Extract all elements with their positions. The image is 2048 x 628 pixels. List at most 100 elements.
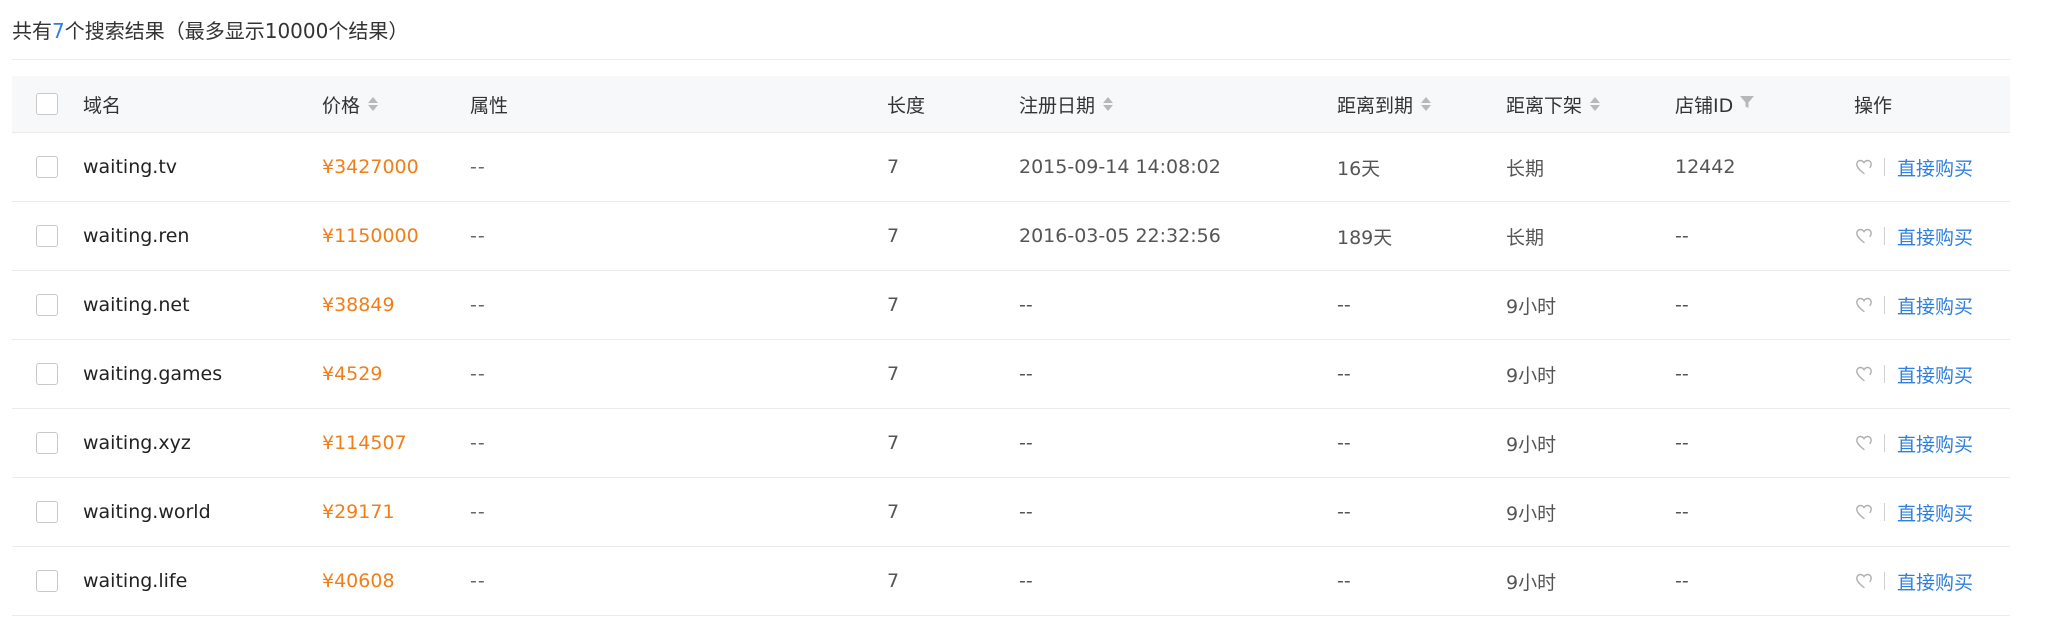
expire-value: -- bbox=[1337, 570, 1351, 592]
row-checkbox[interactable] bbox=[36, 294, 58, 316]
shop-id-cell: 12442 bbox=[1675, 133, 1735, 201]
expire-sort-icon[interactable] bbox=[1421, 97, 1432, 111]
row-checkbox[interactable] bbox=[36, 570, 58, 592]
attr-value: -- bbox=[470, 432, 486, 454]
domain-name[interactable]: waiting.net bbox=[83, 294, 190, 316]
header-shop-id[interactable]: 店铺ID bbox=[1675, 76, 1755, 132]
reg-date-value: 2016-03-05 22:32:56 bbox=[1019, 225, 1221, 247]
favorite-heart-icon[interactable] bbox=[1854, 571, 1874, 591]
table-row: waiting.tv ¥3427000 -- 7 2015-09-14 14:0… bbox=[12, 133, 2010, 202]
price-value: ¥1150000 bbox=[322, 225, 419, 247]
offshelf-value: 9小时 bbox=[1506, 571, 1557, 594]
domain-cell: waiting.games bbox=[83, 340, 222, 408]
header-price[interactable]: 价格 bbox=[322, 76, 379, 132]
header-offshelf-label: 距离下架 bbox=[1506, 94, 1583, 117]
offshelf-value: 长期 bbox=[1506, 226, 1545, 249]
header-length-label: 长度 bbox=[887, 94, 926, 117]
header-reg-date[interactable]: 注册日期 bbox=[1019, 76, 1114, 132]
action-cell: 直接购买 bbox=[1854, 409, 1973, 477]
buy-now-link[interactable]: 直接购买 bbox=[1897, 430, 1973, 457]
row-checkbox[interactable] bbox=[36, 501, 58, 523]
header-checkbox-cell bbox=[36, 76, 58, 132]
domain-cell: waiting.net bbox=[83, 271, 190, 339]
buy-now-link[interactable]: 直接购买 bbox=[1897, 223, 1973, 250]
attr-cell: -- bbox=[470, 478, 486, 546]
row-checkbox[interactable] bbox=[36, 432, 58, 454]
domain-cell: waiting.life bbox=[83, 547, 187, 615]
header-reg-date-label: 注册日期 bbox=[1019, 94, 1096, 117]
domain-name[interactable]: waiting.ren bbox=[83, 225, 189, 247]
favorite-heart-icon[interactable] bbox=[1854, 157, 1874, 177]
header-offshelf[interactable]: 距离下架 bbox=[1506, 76, 1601, 132]
table-row: waiting.world ¥29171 -- 7 -- -- 9小时 -- 直… bbox=[12, 478, 2010, 547]
price-cell: ¥4529 bbox=[322, 340, 382, 408]
row-checkbox[interactable] bbox=[36, 363, 58, 385]
domain-name[interactable]: waiting.tv bbox=[83, 156, 177, 178]
header-expire[interactable]: 距离到期 bbox=[1337, 76, 1432, 132]
action-separator bbox=[1884, 365, 1885, 383]
domain-name[interactable]: waiting.xyz bbox=[83, 432, 191, 454]
buy-now-link[interactable]: 直接购买 bbox=[1897, 568, 1973, 595]
attr-cell: -- bbox=[470, 133, 486, 201]
price-value: ¥40608 bbox=[322, 570, 395, 592]
buy-now-link[interactable]: 直接购买 bbox=[1897, 292, 1973, 319]
header-action: 操作 bbox=[1854, 76, 1892, 132]
buy-now-link[interactable]: 直接购买 bbox=[1897, 154, 1973, 181]
row-checkbox-cell bbox=[36, 202, 58, 270]
shop-id-cell: -- bbox=[1675, 478, 1689, 546]
header-attributes: 属性 bbox=[470, 76, 508, 132]
favorite-heart-icon[interactable] bbox=[1854, 226, 1874, 246]
action-group: 直接购买 bbox=[1854, 154, 1973, 181]
shop-id-cell: -- bbox=[1675, 271, 1689, 339]
filter-icon[interactable] bbox=[1739, 93, 1755, 115]
domain-cell: waiting.tv bbox=[83, 133, 177, 201]
header-shop-id-label: 店铺ID bbox=[1675, 94, 1734, 117]
length-value: 7 bbox=[887, 501, 900, 523]
row-checkbox-cell bbox=[36, 133, 58, 201]
reg-date-cell: -- bbox=[1019, 409, 1033, 477]
header-attributes-label: 属性 bbox=[470, 94, 509, 117]
action-group: 直接购买 bbox=[1854, 499, 1973, 526]
action-separator bbox=[1884, 434, 1885, 452]
attr-value: -- bbox=[470, 570, 486, 592]
row-checkbox[interactable] bbox=[36, 225, 58, 247]
domain-name[interactable]: waiting.world bbox=[83, 501, 211, 523]
length-cell: 7 bbox=[887, 133, 899, 201]
favorite-heart-icon[interactable] bbox=[1854, 433, 1874, 453]
price-cell: ¥38849 bbox=[322, 271, 395, 339]
table-row: waiting.games ¥4529 -- 7 -- -- 9小时 -- 直接… bbox=[12, 340, 2010, 409]
table-row: waiting.xyz ¥114507 -- 7 -- -- 9小时 -- 直接… bbox=[12, 409, 2010, 478]
length-value: 7 bbox=[887, 225, 900, 247]
select-all-checkbox[interactable] bbox=[36, 93, 58, 115]
results-count: 7 bbox=[52, 19, 65, 43]
expire-value: 189天 bbox=[1337, 226, 1393, 249]
offshelf-cell: 9小时 bbox=[1506, 340, 1556, 408]
action-group: 直接购买 bbox=[1854, 361, 1973, 388]
expire-cell: -- bbox=[1337, 547, 1351, 615]
favorite-heart-icon[interactable] bbox=[1854, 364, 1874, 384]
offshelf-cell: 9小时 bbox=[1506, 478, 1556, 546]
header-domain: 域名 bbox=[83, 76, 121, 132]
reg-date-sort-icon[interactable] bbox=[1103, 97, 1114, 111]
search-results-page: 共有7个搜索结果（最多显示10000个结果） 域名 价格 属性 长度 注册日期 bbox=[0, 0, 2048, 628]
domain-name[interactable]: waiting.life bbox=[83, 570, 187, 592]
price-sort-icon[interactable] bbox=[368, 97, 379, 111]
offshelf-value: 9小时 bbox=[1506, 502, 1557, 525]
domain-name[interactable]: waiting.games bbox=[83, 363, 222, 385]
favorite-heart-icon[interactable] bbox=[1854, 295, 1874, 315]
expire-value: -- bbox=[1337, 294, 1351, 316]
table-header: 域名 价格 属性 长度 注册日期 距离到期 距离下架 店铺ID 操作 bbox=[12, 76, 2010, 133]
length-value: 7 bbox=[887, 432, 900, 454]
offshelf-cell: 9小时 bbox=[1506, 547, 1556, 615]
reg-date-cell: 2015-09-14 14:08:02 bbox=[1019, 133, 1221, 201]
expire-value: -- bbox=[1337, 501, 1351, 523]
offshelf-value: 9小时 bbox=[1506, 433, 1557, 456]
buy-now-link[interactable]: 直接购买 bbox=[1897, 499, 1973, 526]
expire-cell: 189天 bbox=[1337, 202, 1392, 270]
attr-cell: -- bbox=[470, 409, 486, 477]
buy-now-link[interactable]: 直接购买 bbox=[1897, 361, 1973, 388]
offshelf-sort-icon[interactable] bbox=[1590, 97, 1601, 111]
attr-value: -- bbox=[470, 156, 486, 178]
favorite-heart-icon[interactable] bbox=[1854, 502, 1874, 522]
row-checkbox[interactable] bbox=[36, 156, 58, 178]
